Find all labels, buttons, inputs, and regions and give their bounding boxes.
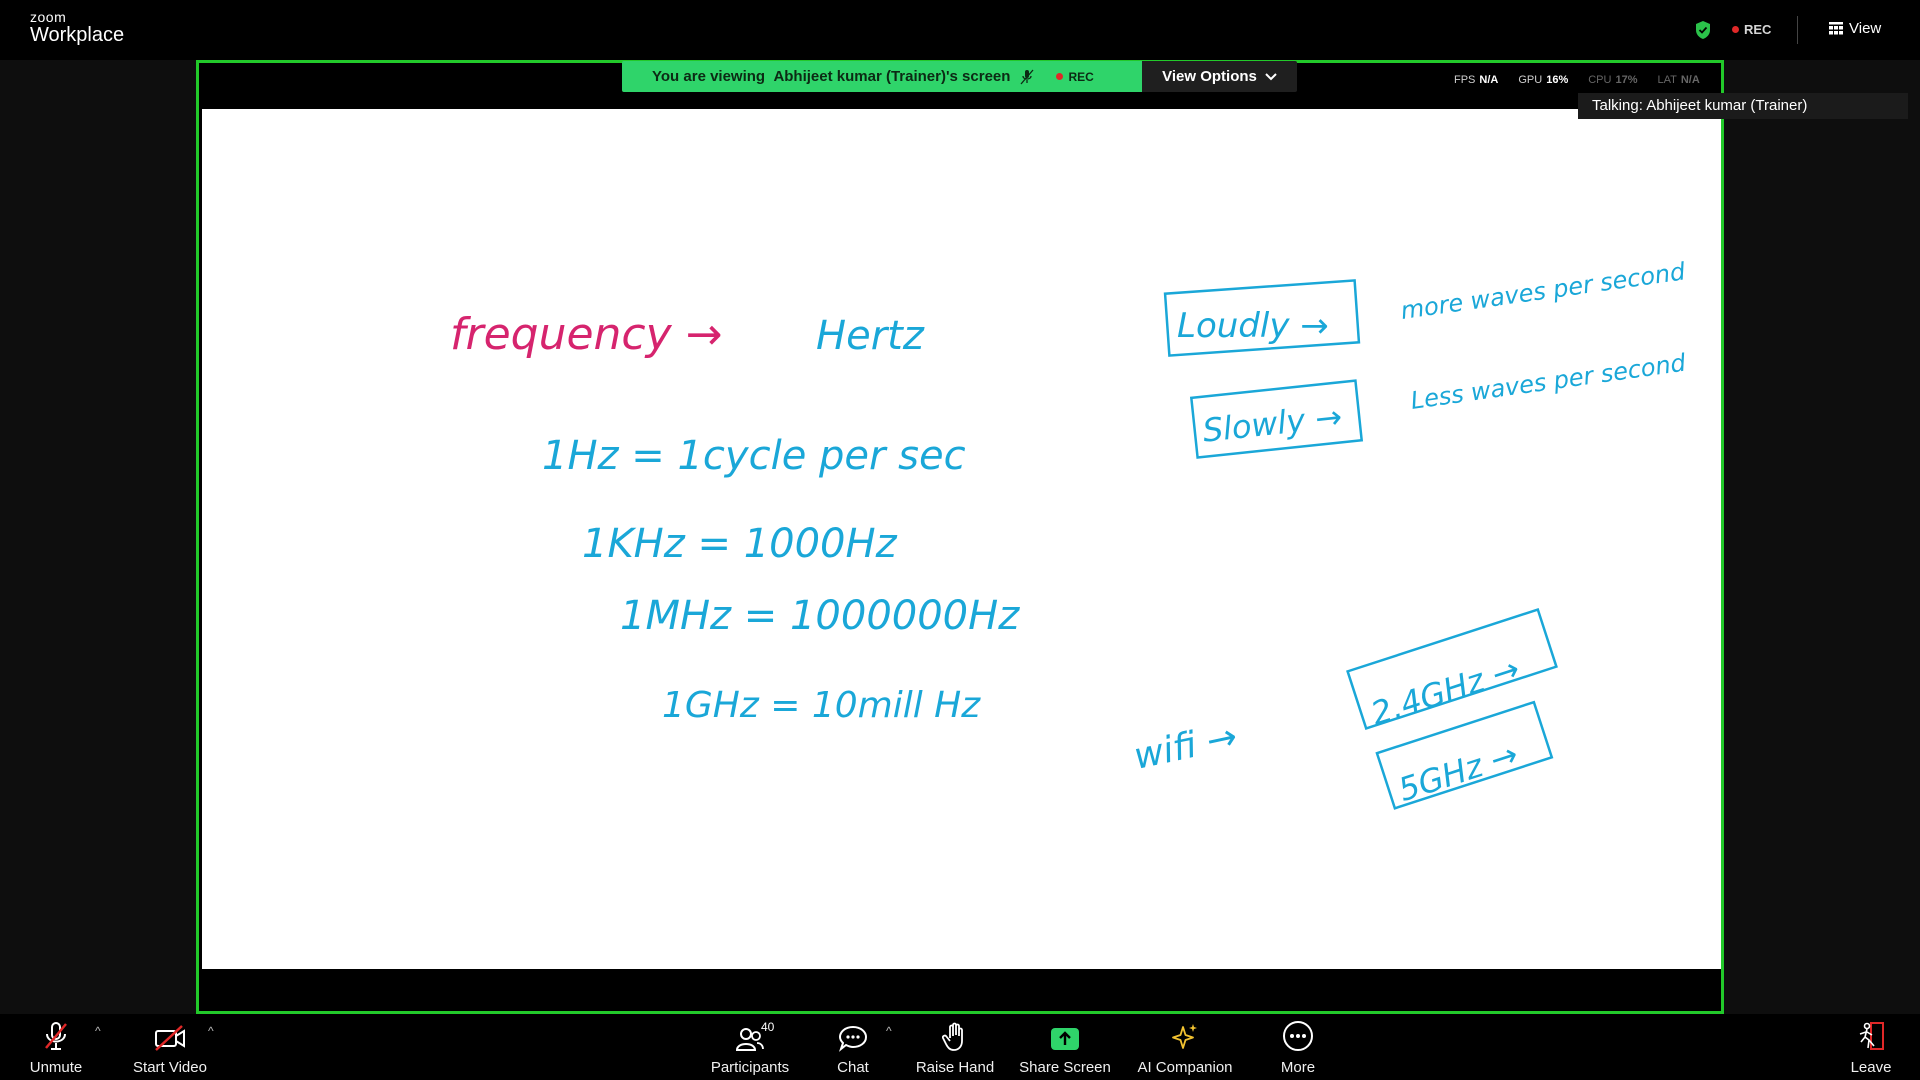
shared-screen-frame: frequency → Hertz 1Hz = 1cycle per sec 1… xyxy=(196,60,1724,1014)
encryption-shield-icon[interactable] xyxy=(1694,20,1712,40)
audio-options-caret-icon[interactable]: ^ xyxy=(95,1024,101,1038)
start-video-button[interactable]: Start Video xyxy=(130,1014,210,1080)
start-video-label: Start Video xyxy=(133,1059,207,1076)
band2-text: 5GHz → xyxy=(1394,735,1523,809)
chat-options-caret-icon[interactable]: ^ xyxy=(886,1024,892,1038)
chevron-down-icon xyxy=(1265,72,1277,80)
cpu-value: 17% xyxy=(1615,74,1638,86)
gpu-value: 16% xyxy=(1546,74,1569,86)
raise-hand-button[interactable]: Raise Hand xyxy=(916,1014,994,1080)
muted-mic-icon xyxy=(42,1014,70,1052)
lat-value: N/A xyxy=(1680,74,1700,86)
ghz-definition-text: 1GHz = 10mill Hz xyxy=(662,685,981,726)
participants-icon: 40 xyxy=(735,1014,774,1052)
leave-label: Leave xyxy=(1850,1059,1892,1076)
banner-rec-label: REC xyxy=(1068,69,1094,84)
logo-small-text: zoom xyxy=(30,9,67,25)
recording-label: REC xyxy=(1744,22,1772,37)
whiteboard-canvas: frequency → Hertz 1Hz = 1cycle per sec 1… xyxy=(202,109,1721,969)
whiteboard-drawing: frequency → Hertz 1Hz = 1cycle per sec 1… xyxy=(450,257,1688,810)
cpu-label: CPU xyxy=(1588,74,1612,86)
unmute-button[interactable]: Unmute xyxy=(26,1014,86,1080)
leave-button[interactable]: Leave xyxy=(1850,1014,1892,1080)
hand-icon xyxy=(942,1014,968,1052)
share-screen-button[interactable]: Share Screen xyxy=(1019,1014,1111,1080)
leave-door-icon xyxy=(1856,1014,1886,1052)
zoom-logo: zoom Workplace xyxy=(30,10,124,45)
ai-sparkle-icon xyxy=(1170,1014,1200,1052)
view-options-label: View Options xyxy=(1162,68,1257,85)
wifi-text: wifi → xyxy=(1130,716,1241,778)
ai-companion-label: AI Companion xyxy=(1137,1059,1233,1076)
slowly-text: Slowly → xyxy=(1201,397,1344,449)
more-ellipsis-icon xyxy=(1282,1014,1314,1052)
loudly-text: Loudly → xyxy=(1177,306,1329,346)
banner-presenter-name: Abhijeet kumar (Trainer) xyxy=(773,68,946,85)
chat-button[interactable]: Chat xyxy=(832,1014,874,1080)
logo-big-text: Workplace xyxy=(30,24,125,46)
participants-button[interactable]: 40 Participants xyxy=(708,1014,792,1080)
frequency-text: frequency → xyxy=(450,309,723,360)
banner-prefix: You are viewing xyxy=(652,68,766,85)
khz-definition-text: 1KHz = 1000Hz xyxy=(582,521,898,567)
fps-stat: FPS N/A xyxy=(1454,74,1498,86)
view-options-button[interactable]: View Options xyxy=(1142,61,1297,92)
gpu-label: GPU xyxy=(1518,74,1543,86)
top-bar: zoom Workplace REC View xyxy=(0,0,1920,60)
banner-rec-dot-icon xyxy=(1056,73,1064,80)
meeting-toolbar: Unmute ^ Start Video ^ 40 Participants C… xyxy=(0,1014,1920,1080)
chat-label: Chat xyxy=(837,1059,869,1076)
talking-indicator: Talking: Abhijeet kumar (Trainer) xyxy=(1578,93,1908,119)
chat-icon xyxy=(838,1014,868,1052)
mhz-definition-text: 1MHz = 1000000Hz xyxy=(620,593,1020,639)
top-divider xyxy=(1797,16,1798,44)
performance-stats: FPS N/A GPU 16% CPU 17% LAT N/A xyxy=(1454,74,1700,86)
band1-text: 2.4GHz → xyxy=(1366,649,1524,733)
view-grid-icon xyxy=(1829,22,1843,35)
banner-suffix: 's screen xyxy=(945,68,1011,85)
raise-hand-label: Raise Hand xyxy=(915,1059,995,1076)
latency-stat: LAT N/A xyxy=(1658,74,1700,86)
share-screen-label: Share Screen xyxy=(1019,1059,1111,1076)
fps-label: FPS xyxy=(1454,74,1476,86)
presenter-muted-mic-icon xyxy=(1020,69,1034,84)
cpu-stat: CPU 17% xyxy=(1588,74,1637,86)
more-waves-text: more waves per second xyxy=(1399,257,1688,325)
view-button[interactable]: View xyxy=(1829,20,1881,37)
recording-indicator[interactable]: REC xyxy=(1732,22,1771,37)
banner-recording: REC xyxy=(1056,69,1094,84)
view-label: View xyxy=(1849,20,1882,37)
gpu-stat: GPU 16% xyxy=(1518,74,1568,86)
hertz-text: Hertz xyxy=(816,313,925,359)
video-options-caret-icon[interactable]: ^ xyxy=(208,1024,214,1038)
viewing-screen-banner: You are viewing Abhijeet kumar (Trainer)… xyxy=(622,61,1142,92)
hz-definition-text: 1Hz = 1cycle per sec xyxy=(542,433,966,479)
less-waves-text: Less waves per second xyxy=(1409,349,1688,415)
video-off-icon xyxy=(154,1014,186,1052)
recording-dot-icon xyxy=(1732,26,1739,33)
share-screen-icon xyxy=(1050,1014,1080,1052)
ai-companion-button[interactable]: AI Companion xyxy=(1134,1014,1236,1080)
fps-value: N/A xyxy=(1479,74,1499,86)
more-label: More xyxy=(1280,1059,1316,1076)
participants-label: Participants xyxy=(710,1059,790,1076)
more-button[interactable]: More xyxy=(1278,1014,1318,1080)
participants-count: 40 xyxy=(761,1020,775,1034)
unmute-label: Unmute xyxy=(29,1059,83,1076)
lat-label: LAT xyxy=(1657,74,1677,86)
